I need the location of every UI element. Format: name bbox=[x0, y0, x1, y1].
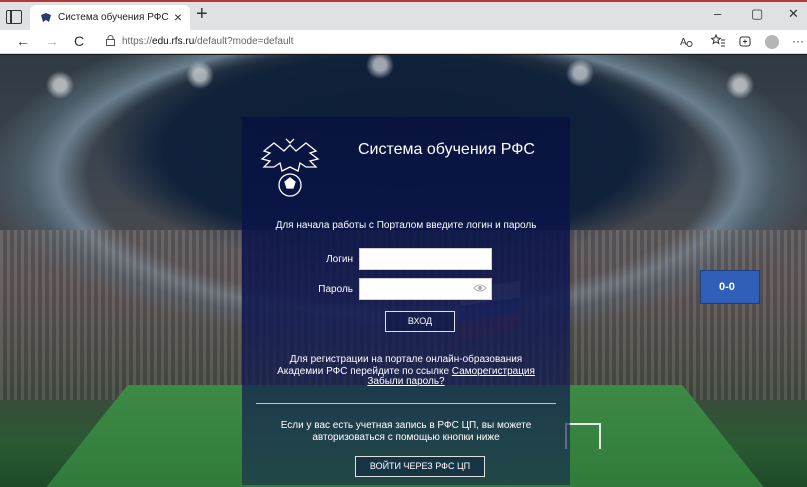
url-path: /default?mode=default bbox=[194, 36, 294, 47]
new-tab-button[interactable]: + bbox=[196, 3, 208, 26]
svg-text:A: A bbox=[680, 37, 687, 48]
reload-icon[interactable]: C bbox=[74, 33, 84, 49]
rfs-cp-text: Если у вас есть учетная запись в РФС ЦП,… bbox=[242, 420, 570, 444]
favorites-icon[interactable] bbox=[711, 34, 725, 48]
restore-button[interactable]: ▢ bbox=[751, 6, 763, 22]
stadium-lights bbox=[0, 55, 807, 115]
scoreboard-score: 0-0 bbox=[719, 281, 735, 293]
url-host: edu.rfs.ru bbox=[152, 36, 195, 47]
rfs-cp-line-1: Если у вас есть учетная запись в РФС ЦП,… bbox=[280, 420, 532, 431]
rfs-cp-line-2: авторизоваться с помощью кнопки ниже bbox=[312, 432, 500, 443]
browser-accent-line bbox=[0, 0, 807, 2]
goal-post bbox=[565, 423, 601, 449]
url-field[interactable]: https://edu.rfs.ru/default?mode=default bbox=[122, 36, 294, 47]
browser-tab[interactable]: Система обучения РФС × bbox=[30, 5, 190, 30]
minimize-button[interactable]: – bbox=[714, 6, 721, 21]
tab-actions-icon[interactable] bbox=[6, 10, 22, 24]
login-intro-text: Для начала работы с Порталом введите лог… bbox=[275, 220, 537, 231]
scoreboard: 0-0 bbox=[700, 270, 760, 304]
tab-title: Система обучения РФС bbox=[58, 12, 169, 23]
login-button[interactable]: ВХОД bbox=[385, 311, 455, 332]
rfs-cp-login-button[interactable]: ВОЙТИ ЧЕРЕЗ РФС ЦП bbox=[355, 456, 485, 477]
more-menu-icon[interactable]: ··· bbox=[792, 34, 804, 48]
forgot-password-link[interactable]: Забыли пароль? bbox=[367, 376, 444, 387]
forgot-password-container: Забыли пароль? bbox=[242, 376, 570, 387]
username-label: Логин bbox=[326, 254, 353, 265]
browser-tab-bar: Система обучения РФС × + – ▢ ✕ bbox=[0, 0, 807, 30]
read-aloud-icon[interactable]: A bbox=[679, 34, 693, 48]
registration-text: Для регистрации на портале онлайн-образо… bbox=[242, 354, 570, 378]
url-prefix: https:// bbox=[122, 36, 153, 47]
show-password-eye-icon[interactable] bbox=[473, 283, 487, 293]
rfs-favicon-icon bbox=[41, 13, 51, 22]
username-input[interactable] bbox=[359, 248, 492, 270]
panel-divider bbox=[256, 403, 556, 404]
profile-avatar-icon[interactable] bbox=[765, 35, 779, 49]
forward-icon[interactable]: → bbox=[45, 33, 59, 49]
rfs-emblem-icon bbox=[260, 138, 320, 197]
close-window-button[interactable]: ✕ bbox=[788, 6, 799, 22]
back-icon[interactable]: ← bbox=[16, 33, 30, 49]
password-label: Пароль bbox=[318, 284, 353, 295]
page-title: Система обучения РФС bbox=[358, 141, 535, 158]
registration-line-1: Для регистрации на портале онлайн-образо… bbox=[289, 354, 523, 365]
collections-icon[interactable] bbox=[738, 34, 752, 48]
lock-icon[interactable] bbox=[106, 35, 115, 46]
address-bar: ← → C https://edu.rfs.ru/default?mode=de… bbox=[0, 30, 807, 54]
tab-close-icon[interactable]: × bbox=[174, 9, 182, 25]
